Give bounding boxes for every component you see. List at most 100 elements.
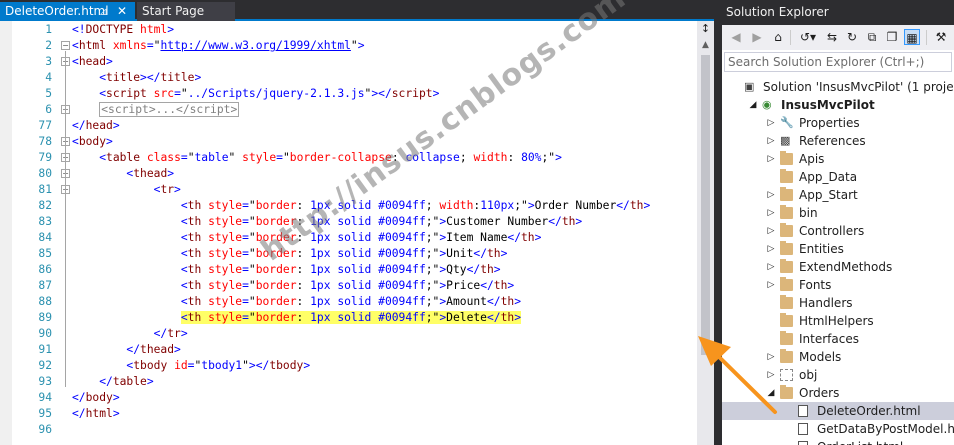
tree-item[interactable]: App_Data: [722, 168, 954, 186]
folder-icon: [780, 187, 793, 201]
tree-item[interactable]: ▣ Solution 'InsusMvcPilot' (1 project): [722, 78, 954, 96]
code-line[interactable]: 95 </html>: [0, 406, 697, 422]
code-line[interactable]: 6+ <script>...</script>: [0, 102, 697, 118]
code-line[interactable]: 87 <th style="border: 1px solid #0094ff;…: [0, 278, 697, 294]
collapse-icon[interactable]: ⧉: [864, 29, 880, 45]
tree-item[interactable]: ◢ ◉ InsusMvcPilot: [722, 96, 954, 114]
collapse-all-icon[interactable]: ↻: [844, 29, 860, 45]
tree-item[interactable]: ▷ Apis: [722, 150, 954, 168]
tree-item[interactable]: ◢ Orders: [722, 384, 954, 402]
tree-item[interactable]: ▷ Models: [722, 348, 954, 366]
line-number: 94: [38, 391, 52, 404]
folder-icon: [780, 331, 793, 345]
pane-splitter[interactable]: [714, 0, 722, 445]
solution-search-input[interactable]: Search Solution Explorer (Ctrl+;): [724, 52, 952, 72]
code-text: </tr>: [153, 327, 188, 340]
line-number: 82: [38, 199, 52, 212]
collapsed-arrow-icon[interactable]: ▷: [766, 150, 776, 168]
code-text: <table class="table" style="border-colla…: [99, 151, 562, 164]
scroll-up-icon[interactable]: ▲: [700, 40, 711, 50]
tree-item[interactable]: ▷ bin: [722, 204, 954, 222]
solution-explorer-toolbar: ◀ ▶ ⌂ ↺▾ ⇆ ↻ ⧉ ❐ ▦ ⚒: [722, 25, 954, 50]
split-window-icon[interactable]: ↕: [699, 22, 712, 36]
code-line[interactable]: 5 <script src="../Scripts/jquery-2.1.3.j…: [0, 86, 697, 102]
code-line[interactable]: 84 <th style="border: 1px solid #0094ff;…: [0, 230, 697, 246]
tree-item[interactable]: ▷ Fonts: [722, 276, 954, 294]
code-line[interactable]: 88 <th style="border: 1px solid #0094ff;…: [0, 294, 697, 310]
tree-item[interactable]: ▷ ▩ References: [722, 132, 954, 150]
sync-icon[interactable]: ⇆: [824, 29, 840, 45]
tab-delete-order[interactable]: DeleteOrder.html ⊿ ✕: [0, 2, 135, 21]
forward-icon[interactable]: ▶: [749, 29, 765, 45]
code-line[interactable]: 3−<head>: [0, 54, 697, 70]
line-number: 78: [38, 135, 52, 148]
tree-item[interactable]: OrderList.html: [722, 438, 954, 445]
tree-item[interactable]: Handlers: [722, 294, 954, 312]
tree-item[interactable]: ▷ 🔧 Properties: [722, 114, 954, 132]
code-text-area[interactable]: 1 <!DOCTYPE html> 2− <html xmlns="http://ww…: [0, 21, 697, 445]
tree-item[interactable]: HtmlHelpers: [722, 312, 954, 330]
collapsed-arrow-icon[interactable]: ▷: [766, 186, 776, 204]
code-line[interactable]: 92 <tbody id="tbody1"></tbody>: [0, 358, 697, 374]
code-line[interactable]: 80− <thead>: [0, 166, 697, 182]
tree-item[interactable]: DeleteOrder.html: [722, 402, 954, 420]
code-line[interactable]: 83 <th style="border: 1px solid #0094ff;…: [0, 214, 697, 230]
code-line[interactable]: 4 <title></title>: [0, 70, 697, 86]
home-icon[interactable]: ⌂: [770, 29, 786, 45]
tab-start-page[interactable]: Start Page: [137, 2, 235, 21]
line-number: 5: [45, 87, 52, 100]
code-line[interactable]: 90 </tr>: [0, 326, 697, 342]
tree-item[interactable]: ▷ App_Start: [722, 186, 954, 204]
code-line[interactable]: 89 <th style="border: 1px solid #0094ff;…: [0, 310, 697, 326]
code-line[interactable]: 85 <th style="border: 1px solid #0094ff;…: [0, 246, 697, 262]
tree-item-label: obj: [799, 368, 818, 382]
collapsed-arrow-icon[interactable]: ▷: [766, 276, 776, 294]
tree-item[interactable]: ▷ Controllers: [722, 222, 954, 240]
vertical-scrollbar[interactable]: ↕ ▲: [697, 21, 714, 445]
collapsed-arrow-icon[interactable]: ▷: [766, 258, 776, 276]
code-text: </head>: [72, 119, 120, 132]
code-line[interactable]: 86 <th style="border: 1px solid #0094ff;…: [0, 262, 697, 278]
tab-label: DeleteOrder.html: [5, 4, 109, 18]
close-icon[interactable]: ✕: [117, 2, 127, 21]
history-icon[interactable]: ↺▾: [796, 29, 820, 45]
back-icon[interactable]: ◀: [728, 29, 744, 45]
collapsed-arrow-icon[interactable]: ▷: [766, 132, 776, 150]
tree-item[interactable]: GetDataByPostModel.html: [722, 420, 954, 438]
tree-item[interactable]: ▷ Entities: [722, 240, 954, 258]
collapse-icon[interactable]: −: [61, 41, 70, 50]
tree-item[interactable]: ▷ ExtendMethods: [722, 258, 954, 276]
code-line[interactable]: 1 <!DOCTYPE html>: [0, 22, 697, 38]
collapsed-arrow-icon[interactable]: ▷: [766, 240, 776, 258]
copy-icon[interactable]: ❐: [884, 29, 900, 45]
code-line[interactable]: 79− <table class="table" style="border-c…: [0, 150, 697, 166]
collapsed-arrow-icon[interactable]: ▷: [766, 366, 776, 384]
code-line[interactable]: 93 </table>: [0, 374, 697, 390]
code-line[interactable]: 2− <html xmlns="http://www.w3.org/1999/xh…: [0, 38, 697, 54]
code-line[interactable]: 82 <th style="border: 1px solid #0094ff;…: [0, 198, 697, 214]
code-line[interactable]: 78−<body>: [0, 134, 697, 150]
tree-item-label: App_Start: [799, 188, 858, 202]
code-editor[interactable]: DeleteOrder.html ⊿ ✕ Start Page 1 <!DOCTY…: [0, 0, 714, 445]
collapsed-arrow-icon[interactable]: ▷: [766, 348, 776, 366]
collapsed-arrow-icon[interactable]: ▷: [766, 204, 776, 222]
code-line[interactable]: 94 </body>: [0, 390, 697, 406]
pin-icon[interactable]: ⊿: [99, 2, 108, 21]
collapsed-arrow-icon[interactable]: ▷: [766, 222, 776, 240]
code-line[interactable]: 96: [0, 422, 697, 438]
show-all-files-icon[interactable]: ▦: [904, 29, 920, 45]
code-line[interactable]: 81− <tr>: [0, 182, 697, 198]
expanded-arrow-icon[interactable]: ◢: [748, 96, 758, 114]
tree-item-label: bin: [799, 206, 818, 220]
tree-item-label: Apis: [799, 152, 825, 166]
outline-guide: [65, 67, 66, 115]
properties-icon[interactable]: ⚒: [933, 29, 949, 45]
scroll-thumb[interactable]: [701, 55, 710, 355]
collapsed-arrow-icon[interactable]: ▷: [766, 114, 776, 132]
expanded-arrow-icon[interactable]: ◢: [766, 384, 776, 402]
line-number: 77: [38, 119, 52, 132]
code-line[interactable]: 77 </head>: [0, 118, 697, 134]
tree-item[interactable]: Interfaces: [722, 330, 954, 348]
code-line[interactable]: 91 </thead>: [0, 342, 697, 358]
tree-item[interactable]: ▷ obj: [722, 366, 954, 384]
